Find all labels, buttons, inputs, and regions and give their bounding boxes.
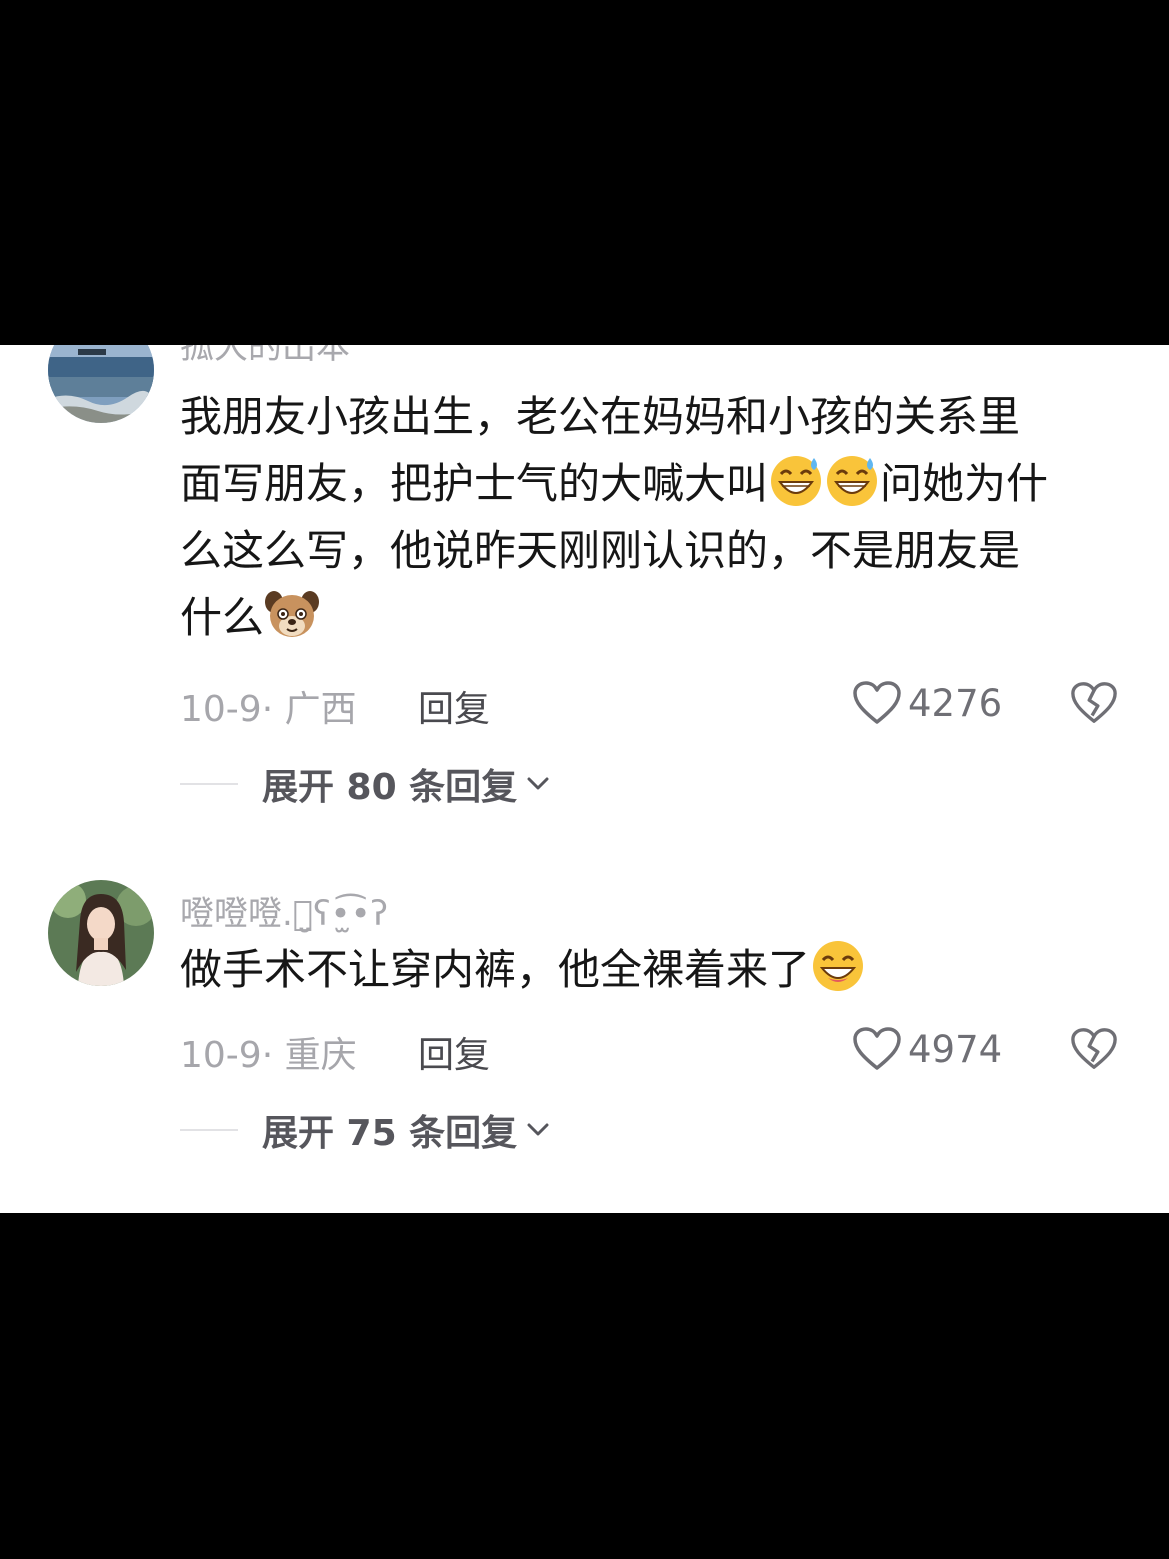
expand-replies-label: 展开 75 条回复 (262, 1113, 518, 1154)
heart-icon (853, 1027, 901, 1070)
dislike-button[interactable] (1070, 1026, 1118, 1081)
username[interactable]: 孤大的出本 (180, 345, 350, 368)
user-avatar[interactable] (48, 345, 154, 423)
sweat-grin-emoji (768, 452, 824, 508)
comment-text-line: 面写朋友，把护士气的大喊大叫 (180, 459, 769, 508)
expand-replies-button[interactable]: 展开 75 条回复 (180, 1105, 549, 1155)
comment-date: 10-9· (180, 1035, 274, 1076)
comment-text-line: 什么 (180, 593, 265, 642)
puppy-face-emoji (264, 586, 320, 642)
like-count: 4974 (908, 1027, 1003, 1071)
comment-body: 做手术不让穿内裤，他全裸着来了 (180, 936, 1130, 1003)
broken-heart-icon (1071, 682, 1117, 723)
comment-meta: 10-9· 广西 回复 4276 (180, 680, 1130, 730)
chevron-down-icon (527, 1123, 549, 1136)
chevron-down-icon (527, 777, 549, 790)
expand-replies-label: 展开 80 条回复 (262, 767, 518, 808)
like-count: 4276 (908, 681, 1003, 725)
comment-text-line: 我朋友小孩出生，老公在妈妈和小孩的关系里 (180, 392, 1021, 441)
comment-text-line: 么这么写，他说昨天刚刚认识的，不是朋友是 (180, 526, 1021, 575)
comment-location: 重庆 (284, 1035, 357, 1076)
user-avatar[interactable] (48, 880, 154, 986)
divider-line (180, 1129, 238, 1131)
comment-list: 孤大的出本 我朋友小孩出生，老公在妈妈和小孩的关系里 面写朋友，把护士气的大喊大… (0, 345, 1169, 1213)
letterbox-top (0, 0, 1169, 345)
comment-body: 我朋友小孩出生，老公在妈妈和小孩的关系里 面写朋友，把护士气的大喊大叫 问她为什 … (180, 383, 1130, 651)
like-button[interactable]: 4974 (852, 1026, 1002, 1072)
comment-date-location: 10-9· 重庆 (180, 1026, 357, 1078)
grinning-face-emoji (810, 938, 866, 994)
comment-location: 广西 (284, 689, 357, 730)
divider-line (180, 783, 238, 785)
reply-button[interactable]: 回复 (418, 1026, 490, 1078)
letterbox-bottom (0, 1213, 1169, 1559)
reply-button[interactable]: 回复 (418, 680, 490, 732)
heart-icon (853, 681, 901, 724)
sweat-grin-emoji (824, 452, 880, 508)
comment-text-line: 做手术不让穿内裤，他全裸着来了 (180, 945, 811, 994)
expand-replies-button[interactable]: 展开 80 条回复 (180, 759, 549, 809)
dislike-button[interactable] (1070, 680, 1118, 735)
comment-date: 10-9· (180, 689, 274, 730)
like-button[interactable]: 4276 (852, 680, 1002, 726)
comment-meta: 10-9· 重庆 回复 4974 (180, 1026, 1130, 1076)
comment-text-line: 问她为什 (880, 459, 1049, 508)
comment-date-location: 10-9· 广西 (180, 680, 357, 732)
username[interactable]: 噔噔噔.ꪔ̤̮ʕ•̫͡•ʔ (180, 886, 388, 935)
broken-heart-icon (1071, 1028, 1117, 1069)
